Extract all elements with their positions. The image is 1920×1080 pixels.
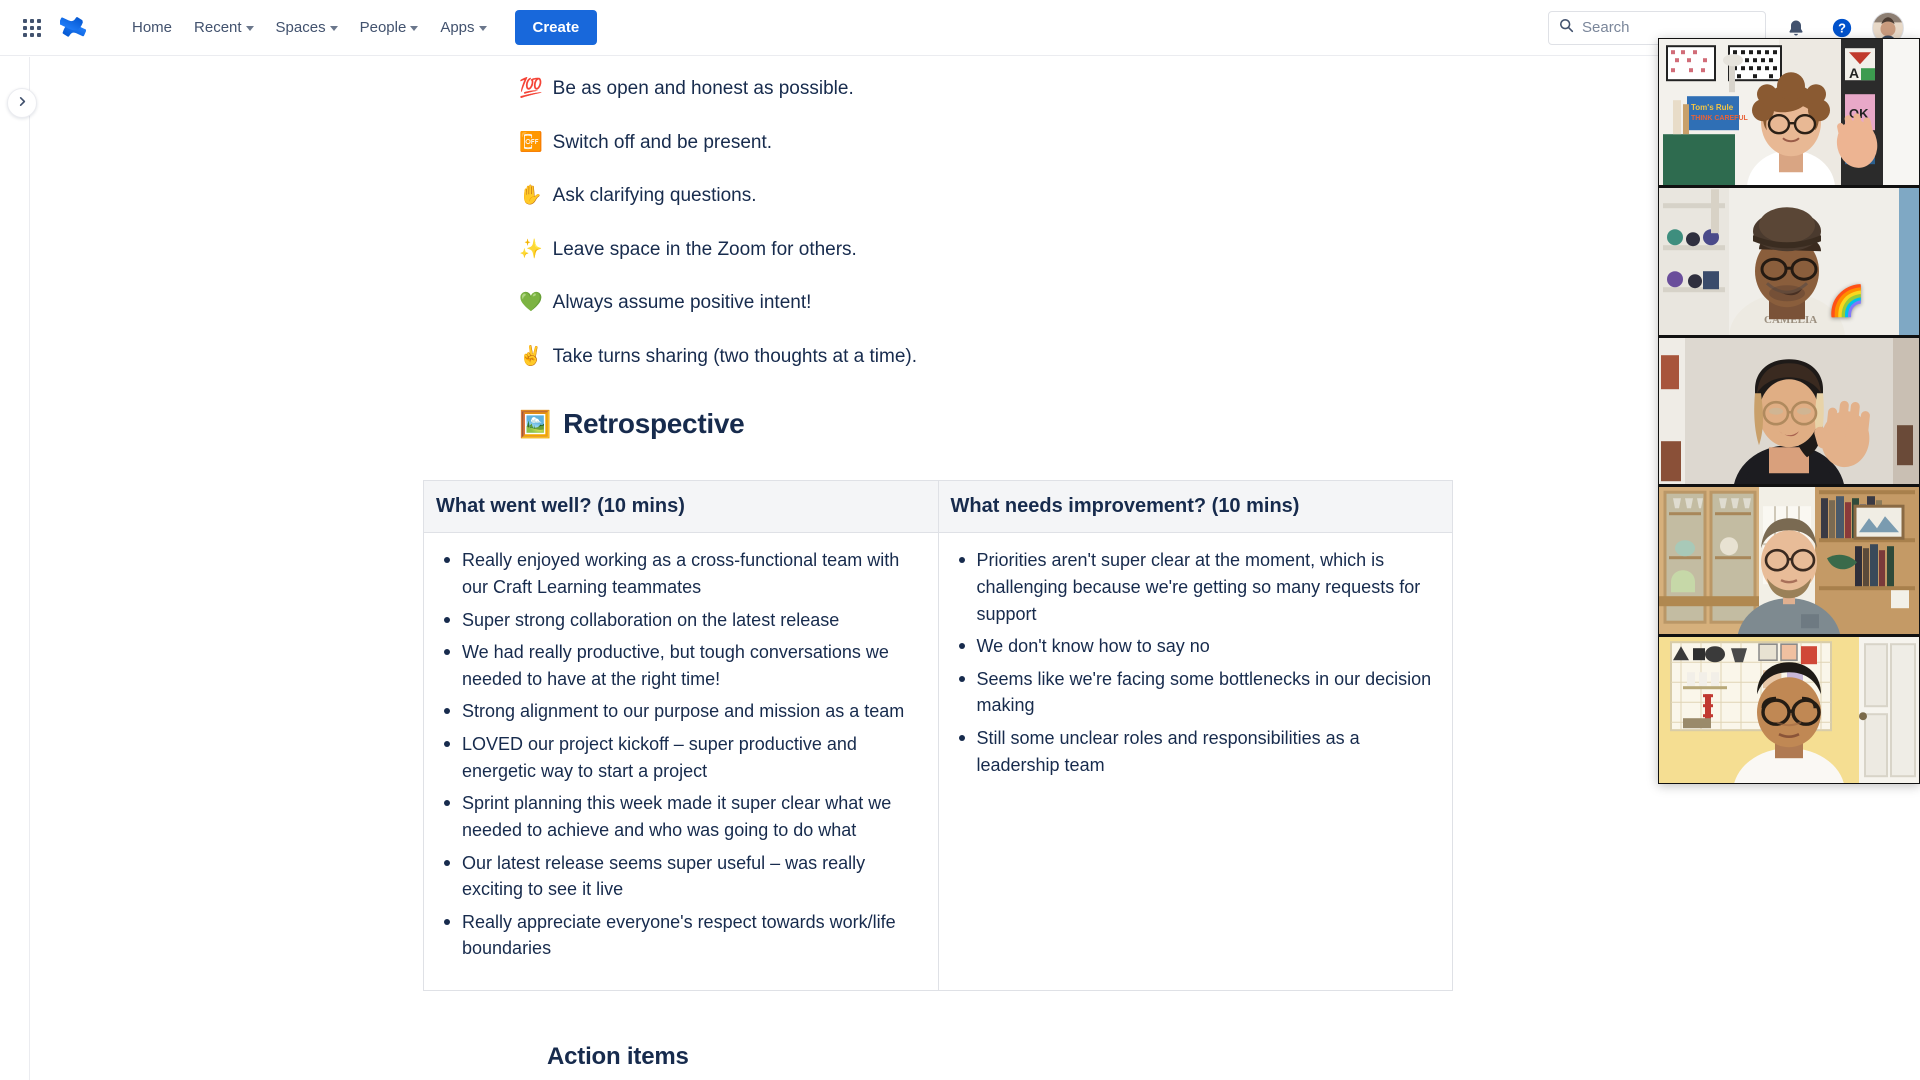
- nav-item-home[interactable]: Home: [122, 13, 182, 42]
- ground-rule-text: Always assume positive intent!: [552, 292, 812, 314]
- confluence-logo-icon: [58, 15, 87, 41]
- sidebar-expand-button[interactable]: [7, 88, 37, 118]
- nav-item-recent[interactable]: Recent: [184, 13, 264, 42]
- what-went-well-list: Really enjoyed working as a cross-functi…: [436, 547, 926, 962]
- chevron-down-icon: [410, 26, 419, 31]
- list-item: Sprint planning this week made it super …: [436, 790, 926, 843]
- video-tile-participant-4[interactable]: [1659, 487, 1919, 634]
- what-needs-improvement-list: Priorities aren't super clear at the mom…: [951, 547, 1441, 778]
- retrospective-heading-text: Retrospective: [563, 408, 745, 440]
- top-navigation-bar: Home Recent Spaces People Apps Create Se…: [0, 0, 1920, 56]
- ground-rule-text: Leave space in the Zoom for others.: [552, 238, 857, 260]
- list-item: Still some unclear roles and responsibil…: [951, 725, 1441, 778]
- nav-item-label: Spaces: [275, 19, 326, 36]
- retrospective-table: What went well? (10 mins) What needs imp…: [423, 480, 1453, 992]
- nav-item-spaces[interactable]: Spaces: [266, 13, 348, 42]
- list-item: Seems like we're facing some bottlenecks…: [951, 666, 1441, 719]
- chevron-down-icon: [478, 26, 487, 31]
- ground-rule-item: 💯 Be as open and honest as possible.: [419, 75, 1439, 103]
- chevron-down-icon: [245, 26, 254, 31]
- svg-text:Tom's Rule: Tom's Rule: [1691, 103, 1734, 112]
- retrospective-heading: 🖼️ Retrospective: [419, 408, 1439, 440]
- nav-item-label: Recent: [194, 19, 242, 36]
- nav-item-label: Apps: [440, 19, 475, 36]
- table-header-row: What went well? (10 mins) What needs imp…: [423, 480, 1453, 534]
- rainbow-heart-reaction: 🌈: [1827, 284, 1865, 318]
- page-content-area: 💯 Be as open and honest as possible. 📴 S…: [30, 57, 1920, 1080]
- list-item: Our latest release seems super useful – …: [436, 850, 926, 903]
- mobile-phone-off-emoji: 📴: [519, 131, 543, 153]
- list-item: Really appreciate everyone's respect tow…: [436, 909, 926, 962]
- grid-apps-icon[interactable]: [16, 12, 48, 44]
- raised-hand-emoji: ✋: [519, 185, 543, 207]
- ground-rule-text: Switch off and be present.: [552, 131, 773, 153]
- nav-item-label: Home: [132, 19, 173, 36]
- ground-rule-text: Ask clarifying questions.: [552, 185, 757, 207]
- column-header-what-went-well: What went well? (10 mins): [423, 480, 939, 534]
- victory-hand-emoji: ✌️: [519, 345, 543, 367]
- video-tile-participant-2[interactable]: CAMELIA 🌈: [1659, 188, 1919, 335]
- cell-what-went-well[interactable]: Really enjoyed working as a cross-functi…: [423, 532, 939, 992]
- table-row: Really enjoyed working as a cross-functi…: [423, 532, 1453, 992]
- chevron-down-icon: [329, 26, 338, 31]
- list-item: Super strong collaboration on the latest…: [436, 607, 926, 634]
- svg-text:A: A: [1849, 65, 1859, 81]
- video-tile-participant-5[interactable]: [1659, 636, 1919, 784]
- table-body: Really enjoyed working as a cross-functi…: [423, 532, 1453, 992]
- list-item: Strong alignment to our purpose and miss…: [436, 698, 926, 725]
- ground-rule-item: 📴 Switch off and be present.: [419, 129, 1439, 157]
- column-header-what-needs-improvement: What needs improvement? (10 mins): [937, 480, 1453, 534]
- table-header: What went well? (10 mins) What needs imp…: [423, 480, 1453, 534]
- search-icon: [1559, 18, 1574, 38]
- ground-rule-item: ✋ Ask clarifying questions.: [419, 182, 1439, 210]
- list-item: We don't know how to say no: [951, 633, 1441, 660]
- ground-rule-text: Be as open and honest as possible.: [552, 78, 854, 99]
- search-placeholder: Search: [1582, 19, 1630, 36]
- list-item: Really enjoyed working as a cross-functi…: [436, 547, 926, 600]
- nav-left-group: Home Recent Spaces People Apps Create: [0, 10, 598, 45]
- hundred-points-emoji: 💯: [519, 78, 543, 99]
- framed-picture-emoji: 🖼️: [519, 408, 552, 439]
- nav-item-apps[interactable]: Apps: [430, 13, 496, 42]
- cell-what-needs-improvement[interactable]: Priorities aren't super clear at the mom…: [937, 532, 1453, 992]
- list-item: We had really productive, but tough conv…: [436, 639, 926, 692]
- document-body: 💯 Be as open and honest as possible. 📴 S…: [419, 57, 1453, 1080]
- ground-rule-item: 💚 Always assume positive intent!: [419, 289, 1439, 317]
- green-heart-emoji: 💚: [519, 292, 543, 314]
- confluence-home-link[interactable]: [58, 15, 94, 41]
- svg-text:THINK CAREFUL: THINK CAREFUL: [1691, 115, 1748, 122]
- ground-rules-list: 💯 Be as open and honest as possible. 📴 S…: [419, 57, 1439, 370]
- list-item: Priorities aren't super clear at the mom…: [951, 547, 1441, 627]
- ground-rule-text: Take turns sharing (two thoughts at a ti…: [552, 345, 918, 367]
- nav-item-people[interactable]: People: [350, 13, 429, 42]
- video-call-panel[interactable]: A Tom's Rule THINK CAREFUL OK CAMELIA 🌈: [1658, 38, 1920, 784]
- sparkles-emoji: ✨: [519, 238, 543, 260]
- primary-nav-items: Home Recent Spaces People Apps: [122, 13, 497, 42]
- chevron-right-icon: [17, 94, 28, 112]
- video-tile-participant-1[interactable]: A Tom's Rule THINK CAREFUL OK: [1659, 39, 1919, 186]
- list-item: LOVED our project kickoff – super produc…: [436, 731, 926, 784]
- ground-rule-item: ✌️ Take turns sharing (two thoughts at a…: [419, 343, 1439, 371]
- nav-item-label: People: [359, 19, 407, 36]
- action-items-heading: Action items: [547, 1043, 689, 1071]
- video-tile-participant-3[interactable]: [1659, 337, 1919, 485]
- ground-rule-item: ✨ Leave space in the Zoom for others.: [419, 236, 1439, 264]
- svg-text:?: ?: [1838, 20, 1846, 35]
- create-button[interactable]: Create: [514, 10, 598, 45]
